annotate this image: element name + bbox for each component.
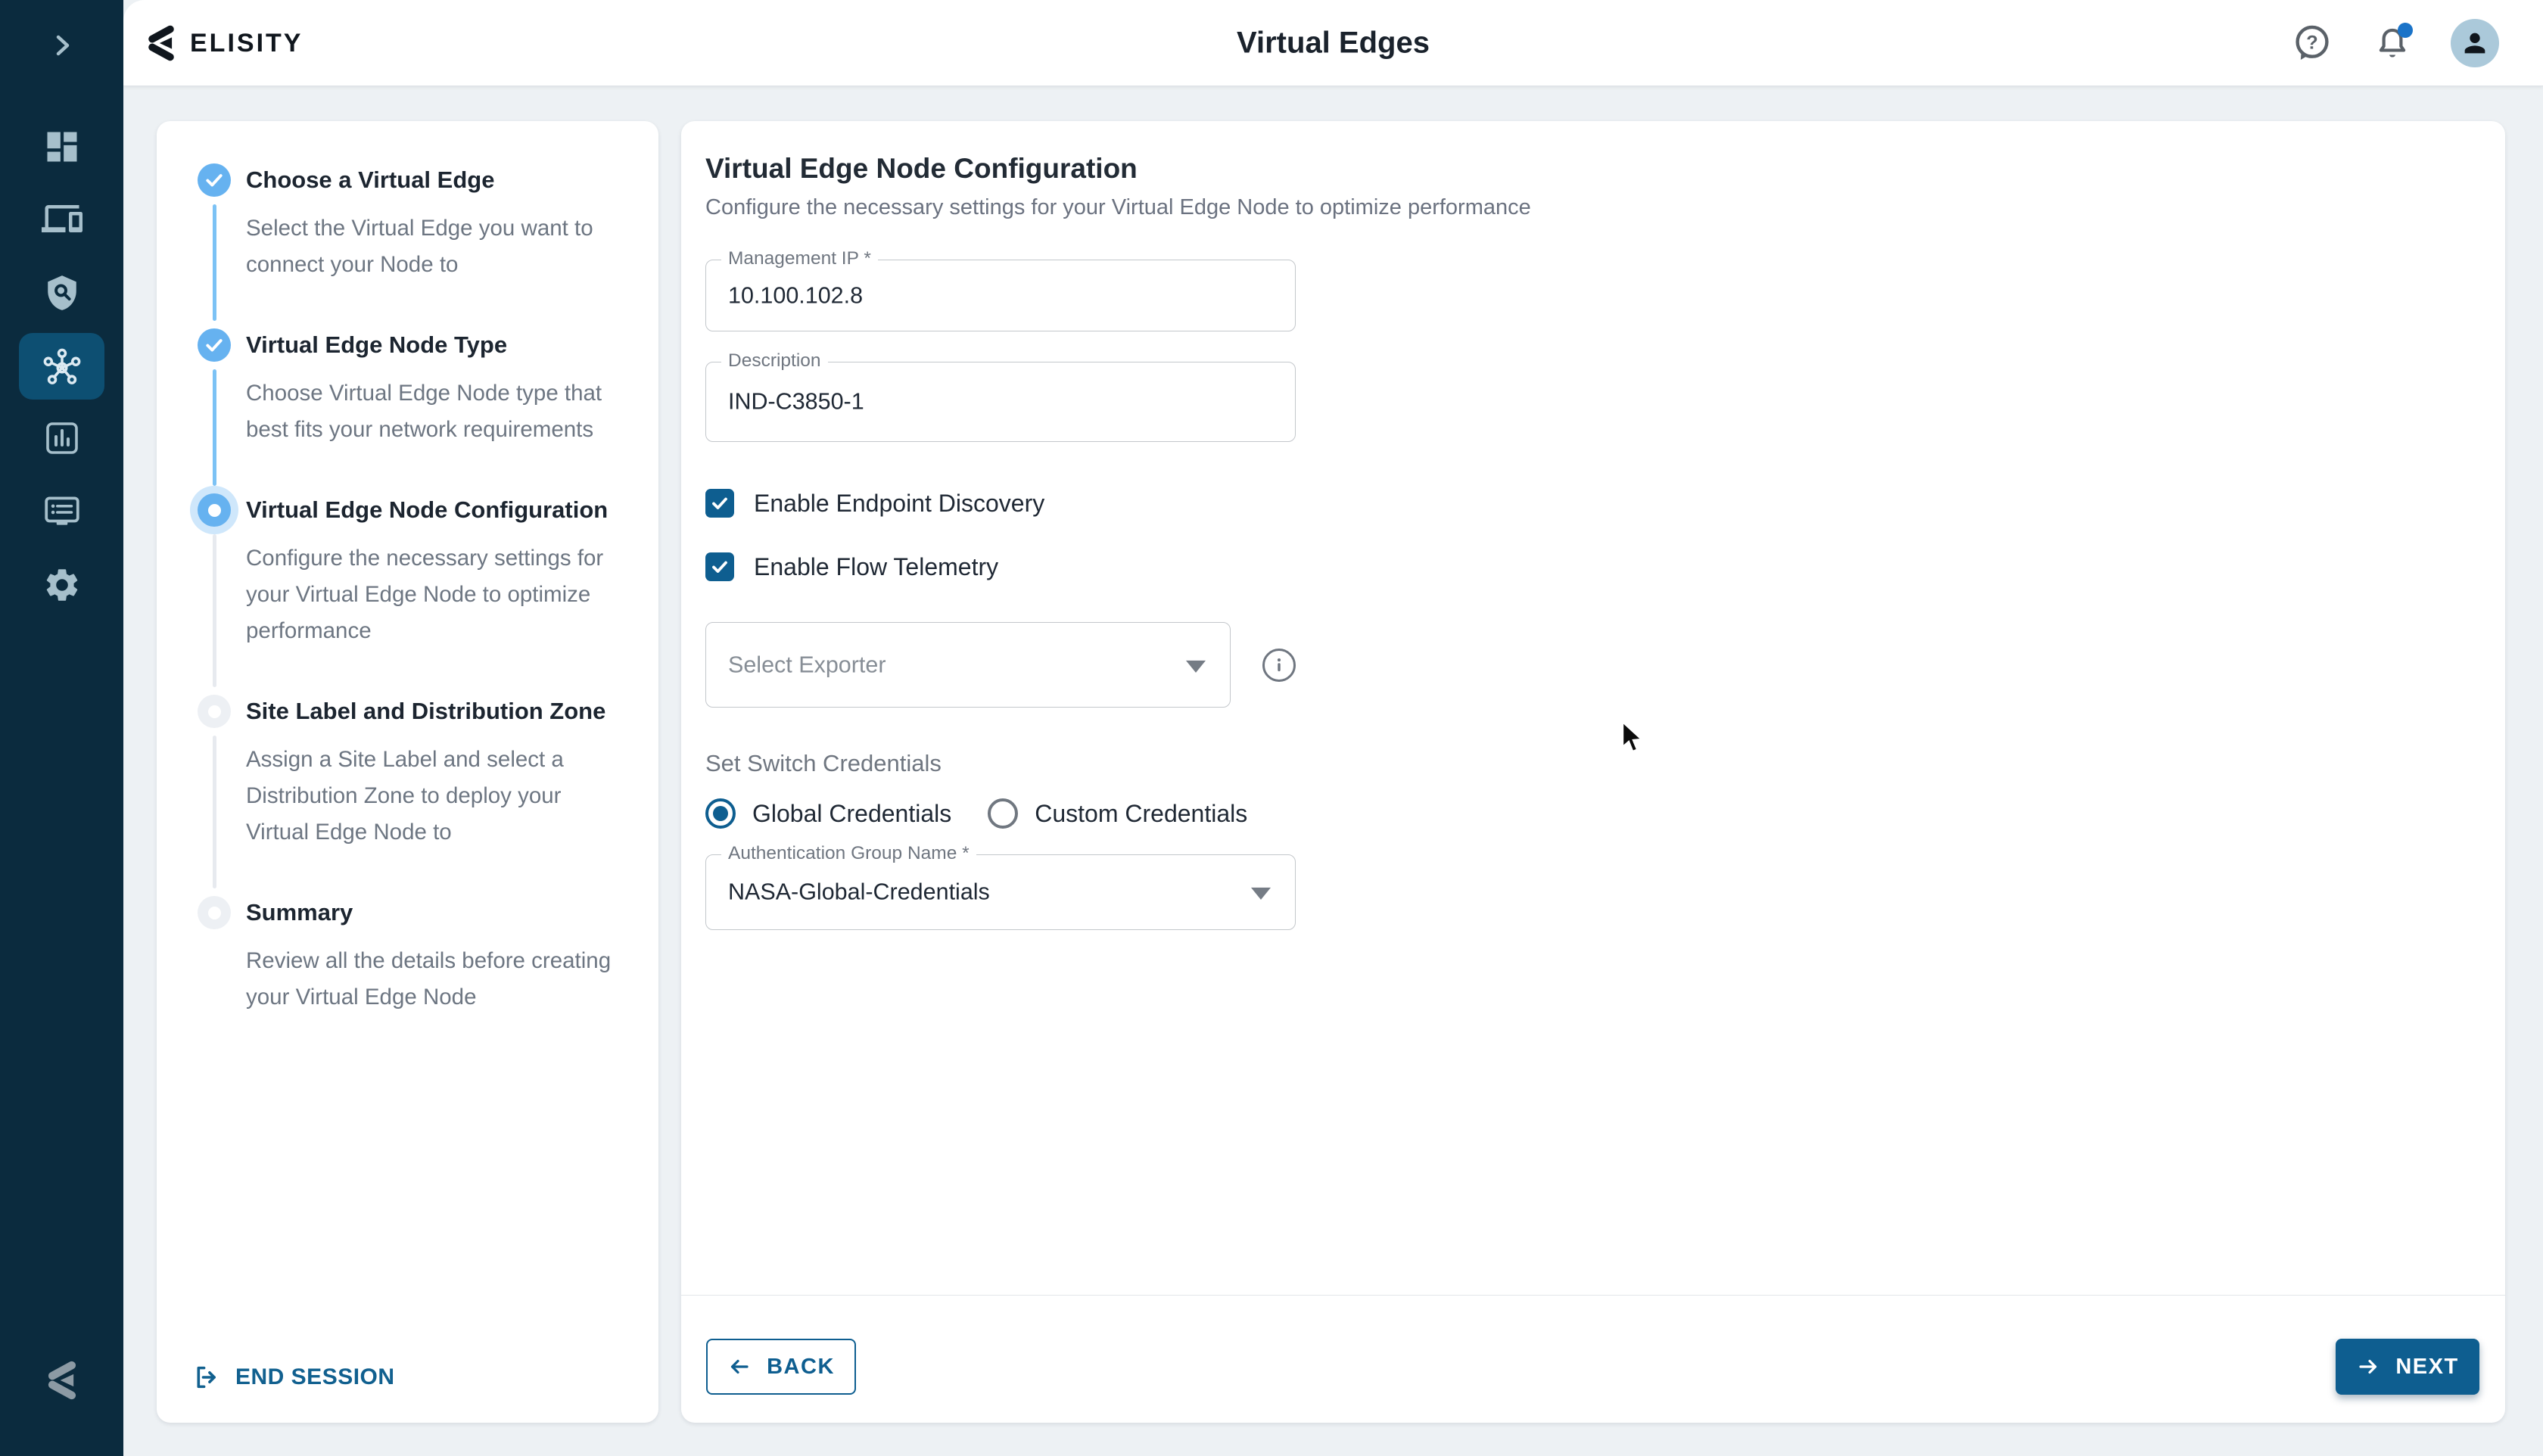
step-completed-icon	[198, 328, 231, 362]
virtual-edges-page: ELISITY Virtual Edges ?	[0, 0, 2543, 1456]
elisity-logo-text: ELISITY	[190, 29, 303, 58]
step-label: Site Label and Distribution Zone	[246, 695, 633, 728]
next-button[interactable]: NEXT	[2336, 1339, 2479, 1395]
devices-icon[interactable]	[41, 198, 83, 240]
radio-unselected-icon	[988, 798, 1018, 829]
end-session-button[interactable]: END SESSION	[193, 1364, 395, 1391]
select-exporter-dropdown[interactable]: Select Exporter	[705, 622, 1231, 708]
description-label: Description	[721, 350, 828, 372]
security-shield-icon[interactable]	[41, 272, 83, 314]
user-avatar[interactable]	[2451, 19, 2499, 67]
header-actions: ?	[2290, 0, 2499, 86]
step-description: Choose Virtual Edge Node type that best …	[246, 375, 633, 448]
checkbox-checked-icon	[705, 552, 734, 581]
analytics-icon[interactable]	[41, 417, 83, 459]
custom-credentials-radio[interactable]: Custom Credentials	[988, 798, 1247, 829]
nav-rail	[0, 0, 123, 1456]
content-region: ELISITY Virtual Edges ?	[123, 0, 2543, 1456]
notification-dot	[2398, 23, 2413, 38]
step-choose-virtual-edge[interactable]: Choose a Virtual Edge Select the Virtual…	[198, 163, 633, 283]
management-ip-value: 10.100.102.8	[728, 282, 863, 309]
logout-icon	[193, 1364, 220, 1391]
notifications-bell-icon[interactable]	[2370, 21, 2414, 65]
step-active-icon	[198, 493, 231, 527]
management-ip-field[interactable]: Management IP * 10.100.102.8	[705, 260, 1296, 331]
help-icon[interactable]: ?	[2290, 21, 2334, 65]
step-description: Assign a Site Label and select a Distrib…	[246, 742, 633, 851]
global-credentials-radio[interactable]: Global Credentials	[705, 798, 951, 829]
authentication-group-value: NASA-Global-Credentials	[728, 879, 990, 906]
configuration-panel: Virtual Edge Node Configuration Configur…	[681, 121, 2505, 1423]
radio-label: Global Credentials	[752, 800, 951, 828]
end-session-label: END SESSION	[235, 1364, 395, 1390]
radio-label: Custom Credentials	[1035, 800, 1247, 828]
step-site-label-zone[interactable]: Site Label and Distribution Zone Assign …	[198, 695, 633, 851]
wizard-stepper: Choose a Virtual Edge Select the Virtual…	[157, 121, 658, 1016]
select-exporter-placeholder: Select Exporter	[728, 652, 886, 678]
enable-flow-telemetry-checkbox[interactable]: Enable Flow Telemetry	[705, 552, 1296, 581]
step-label: Virtual Edge Node Type	[246, 328, 633, 362]
step-description: Review all the details before creating y…	[246, 943, 633, 1016]
radio-selected-icon	[705, 798, 736, 829]
elisity-logo-icon	[145, 23, 178, 63]
stepper-panel: Choose a Virtual Edge Select the Virtual…	[157, 121, 658, 1423]
arrow-left-icon	[727, 1355, 752, 1379]
dropdown-caret-icon	[1186, 660, 1206, 672]
svg-text:?: ?	[2306, 33, 2317, 54]
next-button-label: NEXT	[2395, 1355, 2458, 1380]
checkbox-label: Enable Endpoint Discovery	[754, 490, 1044, 518]
step-description: Configure the necessary settings for you…	[246, 540, 633, 649]
dropdown-caret-icon	[1251, 888, 1271, 900]
step-label: Choose a Virtual Edge	[246, 163, 633, 197]
authentication-group-dropdown[interactable]: Authentication Group Name * NASA-Global-…	[705, 854, 1296, 930]
form-title: Virtual Edge Node Configuration	[705, 153, 2479, 185]
logs-console-icon[interactable]	[41, 490, 83, 533]
page-title: Virtual Edges	[1237, 26, 1430, 60]
step-completed-icon	[198, 163, 231, 197]
footer-divider	[681, 1295, 2505, 1296]
step-description: Select the Virtual Edge you want to conn…	[246, 210, 633, 283]
management-ip-label: Management IP *	[721, 248, 878, 269]
description-value: IND-C3850-1	[728, 389, 864, 415]
app-header: ELISITY Virtual Edges ?	[123, 0, 2543, 86]
elisity-mark-icon	[41, 1359, 83, 1402]
settings-gear-icon[interactable]	[41, 564, 83, 606]
back-button[interactable]: BACK	[706, 1339, 856, 1395]
step-node-configuration[interactable]: Virtual Edge Node Configuration Configur…	[198, 493, 633, 649]
step-summary[interactable]: Summary Review all the details before cr…	[198, 896, 633, 1016]
step-upcoming-icon	[198, 695, 231, 728]
arrow-right-icon	[2356, 1355, 2380, 1379]
step-label: Virtual Edge Node Configuration	[246, 493, 633, 527]
step-upcoming-icon	[198, 896, 231, 929]
description-field[interactable]: Description IND-C3850-1	[705, 362, 1296, 442]
exporter-info-icon[interactable]	[1262, 649, 1296, 682]
elisity-logo: ELISITY	[145, 0, 303, 86]
checkbox-checked-icon	[705, 489, 734, 518]
authentication-group-label: Authentication Group Name *	[721, 843, 976, 864]
form-subtitle: Configure the necessary settings for you…	[705, 195, 2479, 220]
step-label: Summary	[246, 896, 633, 929]
virtual-edges-hub-icon[interactable]	[41, 345, 83, 387]
back-button-label: BACK	[767, 1355, 835, 1380]
set-switch-credentials-heading: Set Switch Credentials	[705, 750, 1296, 777]
dashboard-icon[interactable]	[41, 126, 83, 168]
enable-endpoint-discovery-checkbox[interactable]: Enable Endpoint Discovery	[705, 489, 1296, 518]
checkbox-label: Enable Flow Telemetry	[754, 553, 998, 581]
expand-sidebar-icon[interactable]	[41, 24, 83, 67]
step-node-type[interactable]: Virtual Edge Node Type Choose Virtual Ed…	[198, 328, 633, 448]
